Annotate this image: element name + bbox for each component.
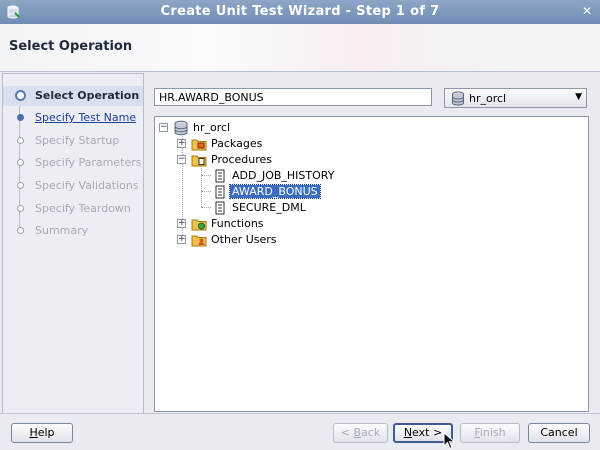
procedure-icon [215, 169, 225, 183]
expand-icon[interactable]: + [177, 235, 186, 244]
object-tree[interactable]: − hr_orcl + Packages − Procedures ADD_JO… [154, 116, 589, 412]
tree-node-label: hr_orcl [193, 121, 231, 134]
step-summary: Summary [3, 221, 143, 241]
step-active-icon [15, 90, 26, 101]
expand-icon[interactable]: + [177, 139, 186, 148]
step-pending-icon [17, 182, 24, 189]
step-pending-icon [17, 205, 24, 212]
tree-node-label: Packages [211, 137, 263, 150]
folder-icon [191, 219, 207, 231]
step-label[interactable]: Specify Test Name [35, 111, 136, 124]
step-specify-test-name[interactable]: Specify Test Name [3, 108, 143, 128]
procedure-icon [215, 201, 225, 215]
step-pending-icon [17, 159, 24, 166]
step-label: Summary [35, 224, 89, 237]
folder-users-icon [191, 235, 207, 247]
window-title: Create Unit Test Wizard - Step 1 of 7 [160, 4, 440, 19]
cancel-button[interactable]: Cancel [528, 423, 590, 443]
mouse-cursor-icon [443, 432, 456, 450]
step-label: Specify Teardown [35, 202, 131, 215]
collapse-icon[interactable]: − [159, 123, 168, 132]
expand-icon[interactable]: + [177, 219, 186, 228]
tree-node-label: Procedures [211, 153, 272, 166]
step-link-icon [17, 114, 24, 121]
database-icon [452, 91, 464, 106]
tree-node-label: Other Users [211, 233, 277, 246]
tree-node-label: SECURE_DML [232, 201, 306, 214]
collapse-icon[interactable]: − [177, 155, 186, 164]
help-button[interactable]: Help [11, 423, 73, 443]
page-title: Select Operation [9, 39, 133, 54]
step-specify-parameters: Specify Parameters [3, 153, 143, 173]
tree-guide [201, 191, 211, 192]
step-label: Select Operation [35, 89, 140, 102]
step-specify-teardown: Specify Teardown [3, 199, 143, 219]
title-bar: Create Unit Test Wizard - Step 1 of 7 ✕ [0, 0, 600, 24]
operation-path-field[interactable]: HR.AWARD_BONUS [154, 88, 432, 106]
procedure-icon [215, 185, 225, 199]
step-select-operation: Select Operation [3, 86, 143, 106]
chevron-down-icon[interactable]: ▼ [575, 92, 582, 102]
connection-value: hr_orcl [469, 92, 507, 105]
folder-icon [191, 155, 207, 167]
step-pending-icon [17, 137, 24, 144]
finish-button[interactable]: Finish [460, 423, 520, 443]
tree-guide [201, 175, 211, 176]
tree-guide [201, 207, 211, 208]
step-label: Specify Validations [35, 179, 139, 192]
step-specify-startup: Specify Startup [3, 131, 143, 151]
step-specify-validations: Specify Validations [3, 176, 143, 196]
step-pending-icon [17, 227, 24, 234]
database-icon [174, 120, 188, 136]
tree-node-label: Functions [211, 217, 264, 230]
connection-select[interactable]: hr_orcl ▼ [444, 88, 587, 108]
back-button[interactable]: < Back [333, 423, 388, 443]
tree-guide [201, 165, 202, 207]
folder-icon [191, 139, 207, 151]
tree-node-label: AWARD_BONUS [229, 184, 321, 199]
wizard-header: Select Operation [0, 24, 600, 72]
step-label: Specify Parameters [35, 156, 142, 169]
tree-node-label: ADD_JOB_HISTORY [232, 169, 335, 182]
close-icon[interactable]: ✕ [580, 4, 594, 18]
step-label: Specify Startup [35, 134, 120, 147]
